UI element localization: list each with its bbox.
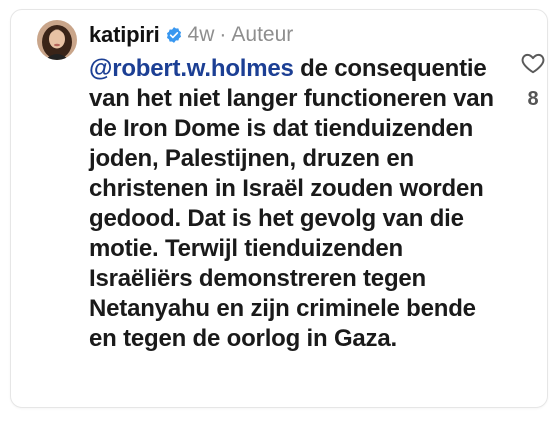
heart-outline-icon[interactable] bbox=[520, 50, 546, 76]
comment-header: katipiri 4w · Auteur bbox=[89, 20, 293, 50]
avatar[interactable] bbox=[37, 20, 77, 60]
mention-link[interactable]: @robert.w.holmes bbox=[89, 55, 294, 82]
comment-card: katipiri 4w · Auteur @robert.w.holmes de… bbox=[10, 9, 548, 408]
like-area: 8 bbox=[513, 50, 553, 111]
verified-badge-icon bbox=[165, 26, 183, 44]
comment-text: @robert.w.holmes de consequentie van het… bbox=[89, 54, 509, 354]
meta-separator: · bbox=[219, 23, 227, 46]
avatar-photo-icon bbox=[37, 20, 77, 60]
like-count: 8 bbox=[527, 88, 539, 110]
like-button[interactable] bbox=[513, 50, 553, 76]
username[interactable]: katipiri bbox=[89, 22, 160, 48]
timestamp: 4w bbox=[187, 23, 215, 46]
author-label: Auteur bbox=[231, 23, 294, 46]
comment-body: de consequentie van het niet langer func… bbox=[89, 55, 494, 352]
